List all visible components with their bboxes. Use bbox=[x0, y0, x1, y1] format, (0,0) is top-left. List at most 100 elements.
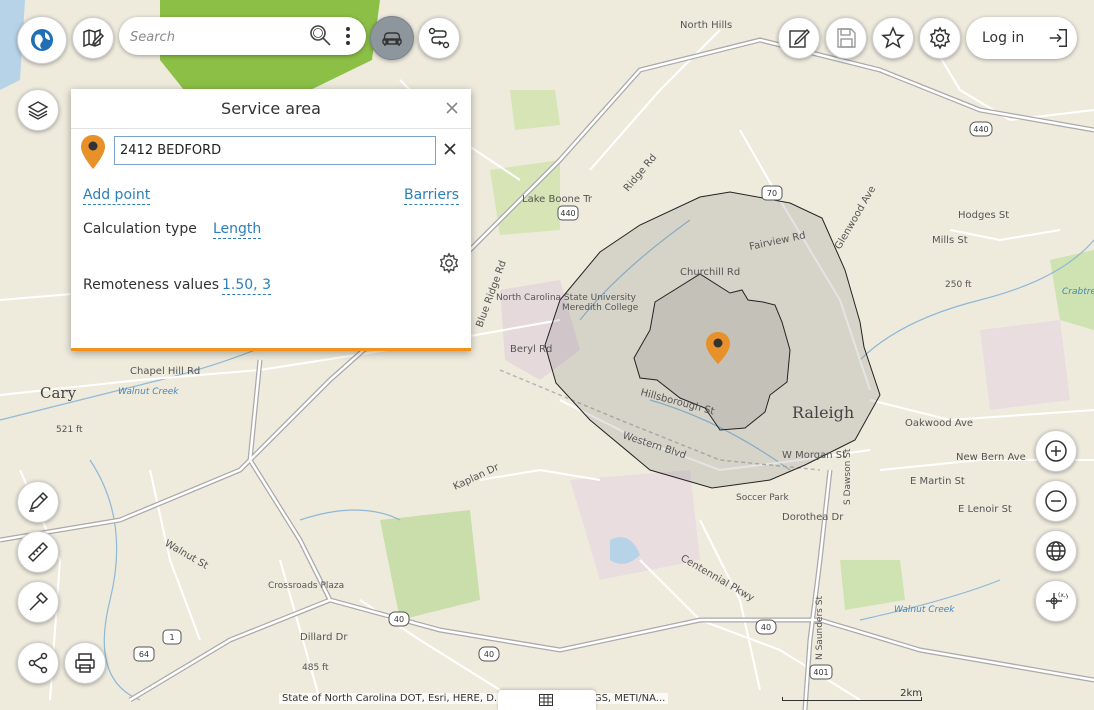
label-walnut-creek: Walnut Creek bbox=[118, 387, 179, 397]
svg-text:401: 401 bbox=[813, 668, 828, 677]
panel-title: Service area bbox=[71, 89, 471, 129]
calc-type-label: Calculation type bbox=[83, 221, 197, 237]
tools-button[interactable] bbox=[17, 581, 59, 623]
globe-icon bbox=[1046, 541, 1066, 561]
map-pen-icon bbox=[83, 28, 105, 48]
label-dillard: Dillard Dr bbox=[300, 632, 348, 643]
scale-bar: 2km bbox=[782, 688, 922, 704]
calc-type-select[interactable]: Length bbox=[213, 221, 262, 239]
label-new-bern: New Bern Ave bbox=[956, 452, 1026, 463]
edit-icon bbox=[789, 29, 810, 48]
label-north-hills: North Hills bbox=[680, 20, 732, 31]
label-e-martin: E Martin St bbox=[910, 476, 965, 487]
measure-button[interactable] bbox=[17, 531, 59, 573]
label-mills: Mills St bbox=[932, 235, 968, 246]
zoom-out-icon bbox=[1045, 490, 1067, 512]
label-oakwood: Oakwood Ave bbox=[905, 418, 973, 429]
svg-text:1: 1 bbox=[169, 633, 174, 642]
label-elev-485: 485 ft bbox=[302, 663, 329, 673]
barriers-link[interactable]: Barriers bbox=[404, 187, 460, 205]
label-soccer-park: Soccer Park bbox=[736, 493, 789, 503]
svg-text:40: 40 bbox=[394, 615, 404, 624]
save-icon bbox=[837, 28, 856, 48]
draw-button[interactable] bbox=[17, 481, 59, 523]
full-extent-button[interactable] bbox=[1035, 530, 1077, 572]
route-button[interactable] bbox=[418, 17, 460, 59]
pen-icon bbox=[29, 491, 49, 512]
label-hodges: Hodges St bbox=[958, 210, 1009, 221]
address-input[interactable] bbox=[114, 136, 436, 165]
label-raleigh: Raleigh bbox=[792, 403, 854, 422]
zoom-out-button[interactable] bbox=[1035, 480, 1077, 522]
label-elev-521: 521 ft bbox=[56, 425, 83, 435]
label-crabtree: Crabtree Creek bbox=[1062, 287, 1094, 297]
label-w-morgan: W Morgan St bbox=[782, 450, 846, 461]
attribute-table-toggle[interactable] bbox=[498, 690, 596, 710]
share-button[interactable] bbox=[17, 642, 59, 684]
coordinates-button[interactable]: (x,y) bbox=[1035, 580, 1077, 622]
save-button[interactable] bbox=[825, 17, 867, 59]
label-saunders: N Saunders St bbox=[815, 596, 825, 660]
scale-line bbox=[782, 697, 922, 701]
label-cary: Cary bbox=[40, 384, 77, 402]
svg-text:440: 440 bbox=[973, 125, 988, 134]
settings-button[interactable] bbox=[919, 17, 961, 59]
label-dawson: S Dawson St bbox=[843, 448, 853, 505]
location-pin-icon bbox=[81, 135, 105, 169]
service-area-panel: Service area Add point Barriers Calculat… bbox=[71, 89, 471, 351]
green-area bbox=[510, 90, 560, 130]
clear-address-icon[interactable] bbox=[443, 142, 457, 156]
star-icon bbox=[881, 26, 905, 49]
label-churchill: Churchill Rd bbox=[680, 267, 740, 278]
svg-text:(x,y): (x,y) bbox=[1058, 592, 1068, 599]
remoteness-label: Remoteness values bbox=[83, 277, 220, 293]
svg-text:70: 70 bbox=[767, 189, 777, 198]
app-logo-button[interactable] bbox=[17, 16, 67, 64]
login-label: Log in bbox=[982, 30, 1025, 46]
search-box bbox=[119, 17, 366, 55]
label-ncsu: North Carolina State University bbox=[496, 293, 637, 303]
label-crossroads: Crossroads Plaza bbox=[268, 581, 344, 591]
label-e-lenoir: E Lenoir St bbox=[958, 504, 1012, 515]
route-icon bbox=[428, 27, 450, 49]
label-lake-boone: Lake Boone Tr bbox=[522, 194, 593, 205]
svg-text:40: 40 bbox=[761, 623, 771, 632]
edit-button[interactable] bbox=[778, 17, 820, 59]
car-icon bbox=[382, 32, 402, 46]
login-icon bbox=[1049, 29, 1067, 47]
zoom-in-icon bbox=[1045, 440, 1067, 462]
label-beryl: Beryl Rd bbox=[510, 344, 552, 355]
label-chapel-hill: Chapel Hill Rd bbox=[130, 366, 200, 377]
urban-area bbox=[980, 320, 1070, 410]
label-dorothea: Dorothea Dr bbox=[782, 512, 844, 523]
close-icon[interactable] bbox=[444, 100, 460, 116]
svg-text:40: 40 bbox=[484, 650, 494, 659]
search-icon[interactable] bbox=[308, 23, 332, 47]
map-attribution: State of North Carolina DOT, Esri, HERE,… bbox=[279, 693, 669, 704]
login-button[interactable]: Log in bbox=[966, 17, 1077, 59]
remoteness-values-link[interactable]: 1.50, 3 bbox=[222, 277, 271, 295]
layers-icon bbox=[27, 101, 49, 120]
kebab-menu-icon[interactable] bbox=[341, 24, 355, 48]
hammer-icon bbox=[29, 591, 49, 611]
map-edit-button[interactable] bbox=[72, 17, 114, 59]
printer-icon bbox=[75, 653, 95, 673]
car-mode-button[interactable] bbox=[370, 16, 414, 60]
share-icon bbox=[28, 652, 48, 674]
add-point-link[interactable]: Add point bbox=[83, 187, 151, 205]
layers-button[interactable] bbox=[17, 89, 59, 131]
svg-text:440: 440 bbox=[560, 209, 575, 218]
print-button[interactable] bbox=[64, 642, 106, 684]
gear-icon bbox=[929, 26, 951, 50]
label-meredith: Meredith College bbox=[562, 303, 639, 313]
globe-logo-icon bbox=[31, 29, 53, 51]
label-walnut-creek-2: Walnut Creek bbox=[894, 605, 955, 615]
panel-gear-icon[interactable] bbox=[438, 252, 460, 274]
label-elev-250: 250 ft bbox=[945, 280, 972, 290]
search-input[interactable] bbox=[128, 25, 310, 49]
svg-text:64: 64 bbox=[139, 650, 149, 659]
xy-coordinates-icon: (x,y) bbox=[1046, 592, 1068, 609]
favorite-button[interactable] bbox=[872, 17, 914, 59]
ruler-icon bbox=[27, 541, 49, 563]
zoom-in-button[interactable] bbox=[1035, 430, 1077, 472]
